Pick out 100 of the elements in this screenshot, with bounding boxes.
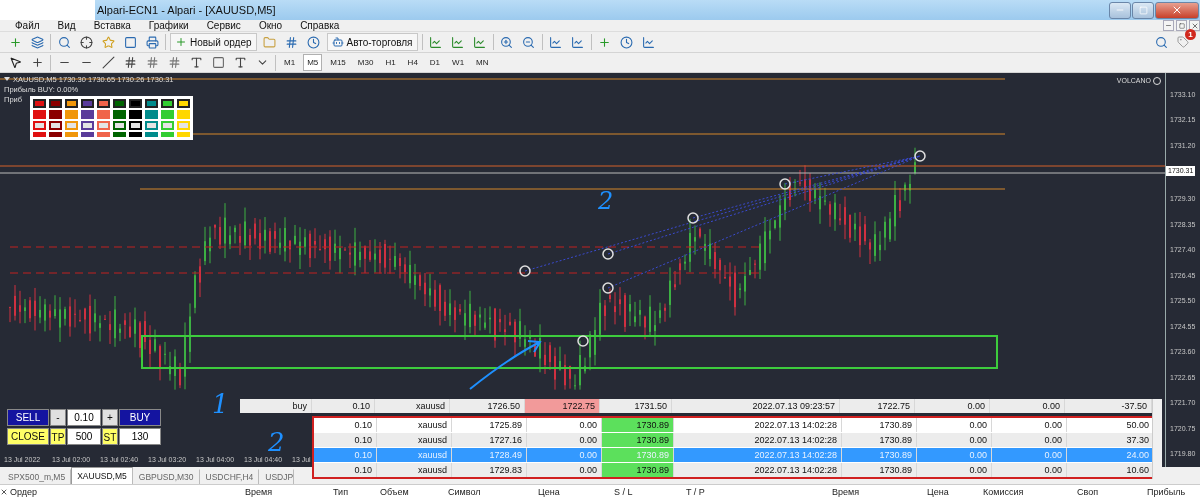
menu-item[interactable]: Сервис (197, 20, 250, 32)
color-swatch[interactable] (129, 120, 142, 130)
column-header: Ордер (10, 486, 39, 497)
close-button[interactable] (1155, 1, 1199, 19)
color-swatch[interactable] (129, 98, 142, 108)
chart-tab[interactable]: USDJP (259, 468, 295, 484)
close-button[interactable] (1189, 20, 1200, 32)
increase-button[interactable]: + (102, 408, 118, 426)
notification-icon[interactable]: 1 (1174, 33, 1192, 51)
column-header: Прибыль (1147, 486, 1187, 497)
color-swatch[interactable] (161, 131, 174, 137)
color-swatch[interactable] (129, 109, 142, 119)
menu-item[interactable]: Вставка (84, 20, 140, 32)
color-swatch[interactable] (65, 131, 78, 137)
menu-item[interactable]: Окно (249, 20, 292, 32)
chart-tab[interactable]: GBPUSD,M30 (132, 468, 200, 484)
column-header: Объем (380, 486, 410, 497)
timeframe-button[interactable]: D1 (425, 54, 445, 71)
color-swatch[interactable] (97, 109, 110, 119)
current-price-cell: 1730.89 (842, 433, 917, 447)
timeframe-button[interactable]: M30 (353, 54, 378, 71)
timeframe-button[interactable]: W1 (448, 54, 469, 71)
price-cell: 1725.89 (452, 418, 527, 432)
timeframe-button[interactable]: H4 (403, 54, 422, 71)
lot-field[interactable]: 0.10 (67, 408, 101, 426)
column-header: T / P (686, 486, 706, 497)
color-swatch[interactable] (33, 131, 46, 137)
symbol-cell: xauusd (377, 433, 452, 447)
timeframe-button[interactable]: M5 (303, 54, 323, 71)
menu-item[interactable]: Графики (139, 20, 198, 32)
maximize-button[interactable] (1132, 1, 1154, 19)
color-swatch[interactable] (81, 98, 94, 108)
column-header: Своп (1077, 486, 1100, 497)
close-icon (1171, 4, 1183, 16)
order-marker-icon (519, 264, 531, 277)
color-swatch[interactable] (81, 120, 94, 130)
color-swatch[interactable] (33, 98, 46, 108)
color-swatch[interactable] (49, 98, 62, 108)
color-swatch[interactable] (161, 120, 174, 130)
swap-cell: 0.00 (992, 463, 1067, 477)
buy-button[interactable]: BUY (119, 408, 161, 426)
caret-icon[interactable] (4, 77, 10, 82)
color-swatch[interactable] (177, 131, 190, 137)
arrow-drawing (469, 339, 541, 390)
color-swatch[interactable] (145, 131, 158, 137)
new-order-button[interactable]: Новый ордер (170, 33, 257, 52)
color-swatch[interactable] (49, 120, 62, 130)
menu-item[interactable]: Файл (6, 20, 49, 32)
sell-button[interactable]: SELL (7, 408, 49, 426)
minimize-button[interactable] (1109, 1, 1131, 19)
color-swatch[interactable] (33, 120, 46, 130)
menu-item[interactable]: Вид (48, 20, 85, 32)
color-swatch[interactable] (177, 109, 190, 119)
color-swatch[interactable] (129, 131, 142, 137)
auto-trading-button[interactable]: Авто-торговля (326, 33, 418, 52)
minimize-button[interactable] (1163, 20, 1174, 32)
color-swatch[interactable] (33, 109, 46, 119)
clock-icon[interactable] (617, 33, 636, 51)
color-swatch[interactable] (145, 120, 158, 130)
profiles-icon[interactable] (28, 33, 46, 51)
color-swatch[interactable] (65, 98, 78, 108)
color-swatch[interactable] (49, 131, 62, 137)
robot-icon (331, 36, 344, 49)
color-swatch[interactable] (161, 109, 174, 119)
print-icon[interactable] (143, 33, 161, 51)
take-profit-field[interactable]: 500 (67, 427, 101, 445)
color-swatch[interactable] (113, 120, 126, 130)
close-icon[interactable] (0, 487, 8, 496)
close-icon (1190, 21, 1199, 30)
menu-item[interactable]: Справка (291, 20, 349, 32)
color-swatch[interactable] (161, 98, 174, 108)
color-swatch[interactable] (49, 109, 62, 119)
color-swatch[interactable] (97, 120, 110, 130)
stop-field[interactable]: 130 (119, 427, 161, 445)
color-swatch[interactable] (177, 98, 190, 108)
color-swatch[interactable] (113, 109, 126, 119)
color-swatch[interactable] (81, 131, 94, 137)
column-header: S / L (614, 486, 634, 497)
timeframe-button[interactable]: MN (472, 54, 493, 71)
color-swatch[interactable] (65, 109, 78, 119)
maximize-icon (1138, 5, 1148, 15)
timeframe-button[interactable]: M15 (326, 54, 350, 71)
column-header: Символ (448, 486, 482, 497)
chart-tab[interactable]: USDCHF,H4 (199, 468, 260, 484)
color-swatch[interactable] (145, 109, 158, 119)
color-swatch[interactable] (97, 98, 110, 108)
color-swatch[interactable] (81, 109, 94, 119)
st-label: ST (102, 427, 118, 445)
close-button[interactable]: CLOSE (7, 427, 49, 445)
color-swatch[interactable] (97, 131, 110, 137)
take-profit-cell: 1730.89 (602, 463, 674, 477)
color-swatch[interactable] (65, 120, 78, 130)
timeframe-button[interactable]: M1 (280, 54, 300, 71)
color-swatch[interactable] (113, 131, 126, 137)
handwritten-number: 1 (212, 390, 229, 417)
color-swatch[interactable] (113, 98, 126, 108)
window-title: Alpari-ECN1 - Alpari - [XAUUSD,M5] (97, 4, 277, 16)
timeframe-button[interactable]: H1 (381, 54, 400, 71)
color-swatch[interactable] (145, 98, 158, 108)
decrease-button[interactable]: - (50, 408, 66, 426)
